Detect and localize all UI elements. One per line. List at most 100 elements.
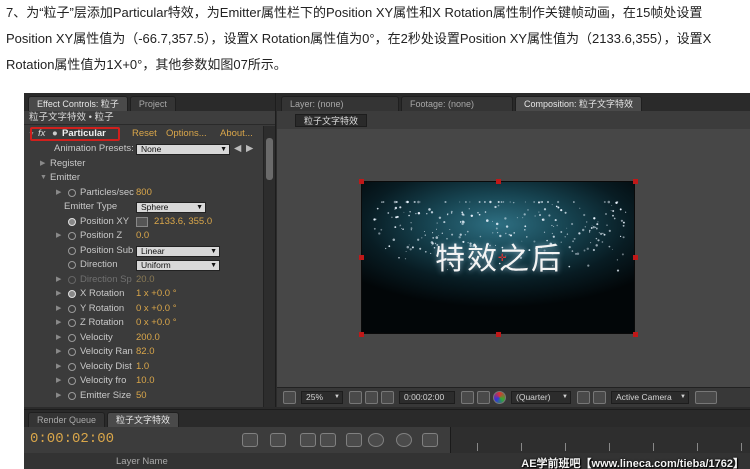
collapsed-triangle-icon[interactable]: ▶: [56, 389, 61, 404]
current-time-field[interactable]: 0:00:02:00: [399, 391, 455, 404]
property-value[interactable]: 1 x +0.0 °: [136, 287, 177, 302]
comp-mini-flowchart-icon[interactable]: [242, 433, 258, 447]
transparency-grid-icon[interactable]: [593, 391, 606, 404]
options-link[interactable]: Options...: [166, 126, 207, 142]
emitter-type-dropdown[interactable]: Sphere ▼: [136, 202, 206, 213]
property-value[interactable]: 50: [136, 389, 147, 404]
stopwatch-icon[interactable]: [68, 348, 76, 356]
stopwatch-icon[interactable]: [68, 246, 76, 255]
fx-toggle-icon[interactable]: fx: [38, 126, 45, 142]
time-ruler[interactable]: [450, 427, 750, 453]
stopwatch-icon[interactable]: [68, 188, 76, 197]
collapsed-triangle-icon[interactable]: ▶: [56, 360, 61, 375]
scrollbar-thumb[interactable]: [266, 138, 273, 180]
layer-handle[interactable]: [633, 255, 638, 260]
view-layout-icon[interactable]: [695, 391, 717, 404]
property-row-velocity-random[interactable]: ▶ Velocity Ran 82.0: [24, 345, 262, 360]
timeline-timecode[interactable]: 0:00:02:00: [30, 431, 114, 447]
stopwatch-icon[interactable]: [68, 391, 76, 400]
tab-effect-controls[interactable]: Effect Controls: 粒子: [28, 96, 128, 111]
property-row-z-rotation[interactable]: ▶ Z Rotation 0 x +0.0 °: [24, 316, 262, 331]
layer-handle[interactable]: [359, 255, 364, 260]
collapsed-triangle-icon[interactable]: ▶: [56, 273, 61, 288]
motion-blur-icon[interactable]: [368, 433, 384, 447]
graph-editor-icon[interactable]: [422, 433, 438, 447]
stopwatch-icon[interactable]: [68, 362, 76, 371]
emitter-group-row[interactable]: ▼ Emitter: [24, 171, 262, 186]
property-row-particles-sec[interactable]: ▶ Particles/sec 800: [24, 186, 262, 201]
property-value[interactable]: 1.0: [136, 360, 149, 375]
stopwatch-icon[interactable]: [68, 304, 76, 313]
reset-link[interactable]: Reset: [132, 126, 157, 142]
collapsed-triangle-icon[interactable]: ▶: [56, 331, 61, 346]
preset-prev-icon[interactable]: ◀: [234, 142, 241, 157]
property-value[interactable]: 10.0: [136, 374, 155, 389]
tab-footage[interactable]: Footage: (none): [401, 96, 513, 111]
stopwatch-icon[interactable]: [68, 275, 76, 284]
property-row-y-rotation[interactable]: ▶ Y Rotation 0 x +0.0 °: [24, 302, 262, 317]
grid-icon[interactable]: [365, 391, 378, 404]
tab-layer[interactable]: Layer: (none): [281, 96, 399, 111]
camera-dropdown[interactable]: Active Camera ▼: [611, 391, 689, 404]
layer-handle[interactable]: [633, 332, 638, 337]
expand-triangle-icon[interactable]: ▼: [40, 171, 47, 186]
property-value[interactable]: 20.0: [136, 273, 155, 288]
property-row-position-z[interactable]: ▶ Position Z 0.0: [24, 229, 262, 244]
zoom-dropdown[interactable]: 25% ▼: [301, 391, 343, 404]
collapsed-triangle-icon[interactable]: ▶: [56, 316, 61, 331]
animation-presets-dropdown[interactable]: None ▼: [136, 144, 230, 155]
property-value[interactable]: 800: [136, 186, 152, 201]
collapsed-triangle-icon[interactable]: ▶: [56, 186, 61, 201]
show-snapshot-icon[interactable]: [477, 391, 490, 404]
stopwatch-active-icon[interactable]: [68, 290, 76, 298]
property-row-position-xy[interactable]: Position XY 2133.6, 355.0: [24, 215, 262, 230]
register-group-row[interactable]: ▶ Register: [24, 157, 262, 172]
stopwatch-icon[interactable]: [68, 333, 76, 342]
effect-header-row[interactable]: ▼ fx ● Particular Reset Options... About…: [24, 126, 262, 142]
collapsed-triangle-icon[interactable]: ▶: [56, 374, 61, 389]
tab-render-queue[interactable]: Render Queue: [28, 412, 106, 427]
property-row-velocity-from-motion[interactable]: ▶ Velocity fro 10.0: [24, 374, 262, 389]
collapsed-triangle-icon[interactable]: ▶: [56, 345, 61, 360]
composition-viewer[interactable]: 特效之后 ✛: [277, 129, 750, 387]
property-value[interactable]: 200.0: [136, 331, 160, 346]
property-value[interactable]: 2133.6, 355.0: [154, 215, 212, 230]
stopwatch-icon[interactable]: [68, 232, 76, 240]
stopwatch-active-icon[interactable]: [68, 217, 76, 226]
direction-dropdown[interactable]: Uniform ▼: [136, 260, 220, 271]
mask-visibility-icon[interactable]: [381, 391, 394, 404]
brainstorm-icon[interactable]: [396, 433, 412, 447]
resolution-dropdown[interactable]: (Quarter) ▼: [511, 391, 571, 404]
snapshot-camera-icon[interactable]: [461, 391, 474, 404]
collapsed-triangle-icon[interactable]: ▶: [40, 157, 45, 172]
layer-handle[interactable]: [359, 332, 364, 337]
property-row-x-rotation[interactable]: ▶ X Rotation 1 x +0.0 °: [24, 287, 262, 302]
layer-handle[interactable]: [496, 332, 501, 337]
channel-rgb-icon[interactable]: [493, 391, 506, 404]
composition-breadcrumb[interactable]: 粒子文字特效: [295, 114, 368, 127]
draft-3d-icon[interactable]: [300, 433, 316, 447]
property-value[interactable]: 0 x +0.0 °: [136, 302, 177, 317]
property-row-velocity-distribution[interactable]: ▶ Velocity Dist 1.0: [24, 360, 262, 375]
position-sub-dropdown[interactable]: Linear ▼: [136, 245, 220, 257]
property-row-emitter-size[interactable]: ▶ Emitter Size 50: [24, 389, 262, 404]
collapsed-triangle-icon[interactable]: ▶: [56, 287, 61, 302]
tab-timeline-comp[interactable]: 粒子文字特效: [107, 412, 180, 427]
hide-shy-layers-icon[interactable]: [320, 433, 336, 447]
about-link[interactable]: About...: [220, 126, 253, 142]
crosshair-target-icon[interactable]: [136, 216, 148, 227]
region-of-interest-icon[interactable]: [577, 391, 590, 404]
tab-composition[interactable]: Composition: 粒子文字特效: [515, 96, 643, 111]
property-value[interactable]: 0.0: [136, 229, 149, 244]
layer-handle[interactable]: [633, 179, 638, 184]
safe-zones-icon[interactable]: [349, 391, 362, 404]
property-value[interactable]: 82.0: [136, 345, 155, 360]
layer-handle[interactable]: [359, 179, 364, 184]
stopwatch-icon[interactable]: [68, 377, 76, 385]
property-row-direction-spread[interactable]: ▶ Direction Sp 20.0: [24, 273, 262, 288]
always-preview-icon[interactable]: [283, 391, 296, 404]
stopwatch-icon[interactable]: [68, 261, 76, 269]
live-update-icon[interactable]: [270, 433, 286, 447]
stopwatch-icon[interactable]: [68, 319, 76, 327]
property-row-velocity[interactable]: ▶ Velocity 200.0: [24, 331, 262, 346]
